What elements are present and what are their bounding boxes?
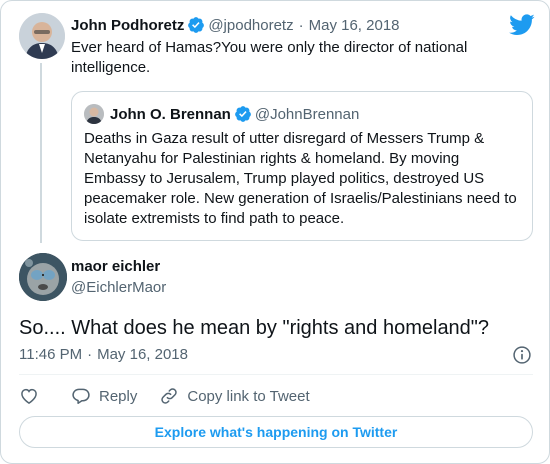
like-button[interactable] xyxy=(19,386,39,406)
reply-icon xyxy=(72,388,90,404)
avatar-john-brennan xyxy=(84,104,104,124)
quoted-author-name: John O. Brennan xyxy=(110,105,231,123)
parent-tweet-text: Ever heard of Hamas?You were only the di… xyxy=(71,39,468,76)
tweet-timestamp[interactable]: 11:46 PM · May 16, 2018 xyxy=(19,346,188,363)
separator-dot: · xyxy=(87,346,93,363)
quoted-tweet-text: Deaths in Gaza result of utter disregard… xyxy=(84,130,517,227)
main-tweet-text: So.... What does he mean by "rights and … xyxy=(19,317,490,339)
author-name[interactable]: John Podhoretz xyxy=(71,17,184,34)
main-author-name[interactable]: maor eichler xyxy=(71,258,160,275)
tweet-embed-card: John Podhoretz @jpodhoretz · May 16, 201… xyxy=(0,0,550,464)
twitter-bird-icon[interactable] xyxy=(509,14,535,36)
tweet-date[interactable]: May 16, 2018 xyxy=(309,17,400,34)
separator-dot: · xyxy=(298,16,304,34)
copy-link-label: Copy link to Tweet xyxy=(187,387,310,405)
action-bar: Reply Copy link to Tweet xyxy=(19,385,332,407)
info-icon[interactable] xyxy=(512,345,532,365)
divider xyxy=(19,374,533,375)
tweet-time[interactable]: 11:46 PM xyxy=(19,346,82,363)
explore-twitter-button[interactable]: Explore what's happening on Twitter xyxy=(19,416,533,448)
reply-button[interactable]: Reply xyxy=(71,386,137,406)
reply-label: Reply xyxy=(99,387,138,405)
parent-tweet-header: John Podhoretz @jpodhoretz · May 16, 201… xyxy=(71,15,400,35)
avatar-maor-eichler[interactable] xyxy=(19,253,67,301)
thread-connector-line xyxy=(40,63,42,243)
verified-badge-icon xyxy=(188,17,205,33)
quoted-tweet[interactable]: John O. Brennan @JohnBrennan Deaths in G… xyxy=(71,91,533,241)
verified-badge-icon xyxy=(234,106,251,122)
copy-link-button[interactable]: Copy link to Tweet xyxy=(159,386,310,406)
link-icon xyxy=(161,388,178,404)
tweet-date[interactable]: May 16, 2018 xyxy=(97,346,188,363)
avatar-john-podhoretz[interactable] xyxy=(19,13,65,59)
heart-icon xyxy=(21,388,37,404)
author-handle[interactable]: @jpodhoretz xyxy=(208,17,293,34)
quoted-tweet-header: John O. Brennan @JohnBrennan xyxy=(110,104,359,124)
quoted-author-handle: @JohnBrennan xyxy=(254,105,360,123)
main-author-handle[interactable]: @EichlerMaor xyxy=(71,279,166,296)
